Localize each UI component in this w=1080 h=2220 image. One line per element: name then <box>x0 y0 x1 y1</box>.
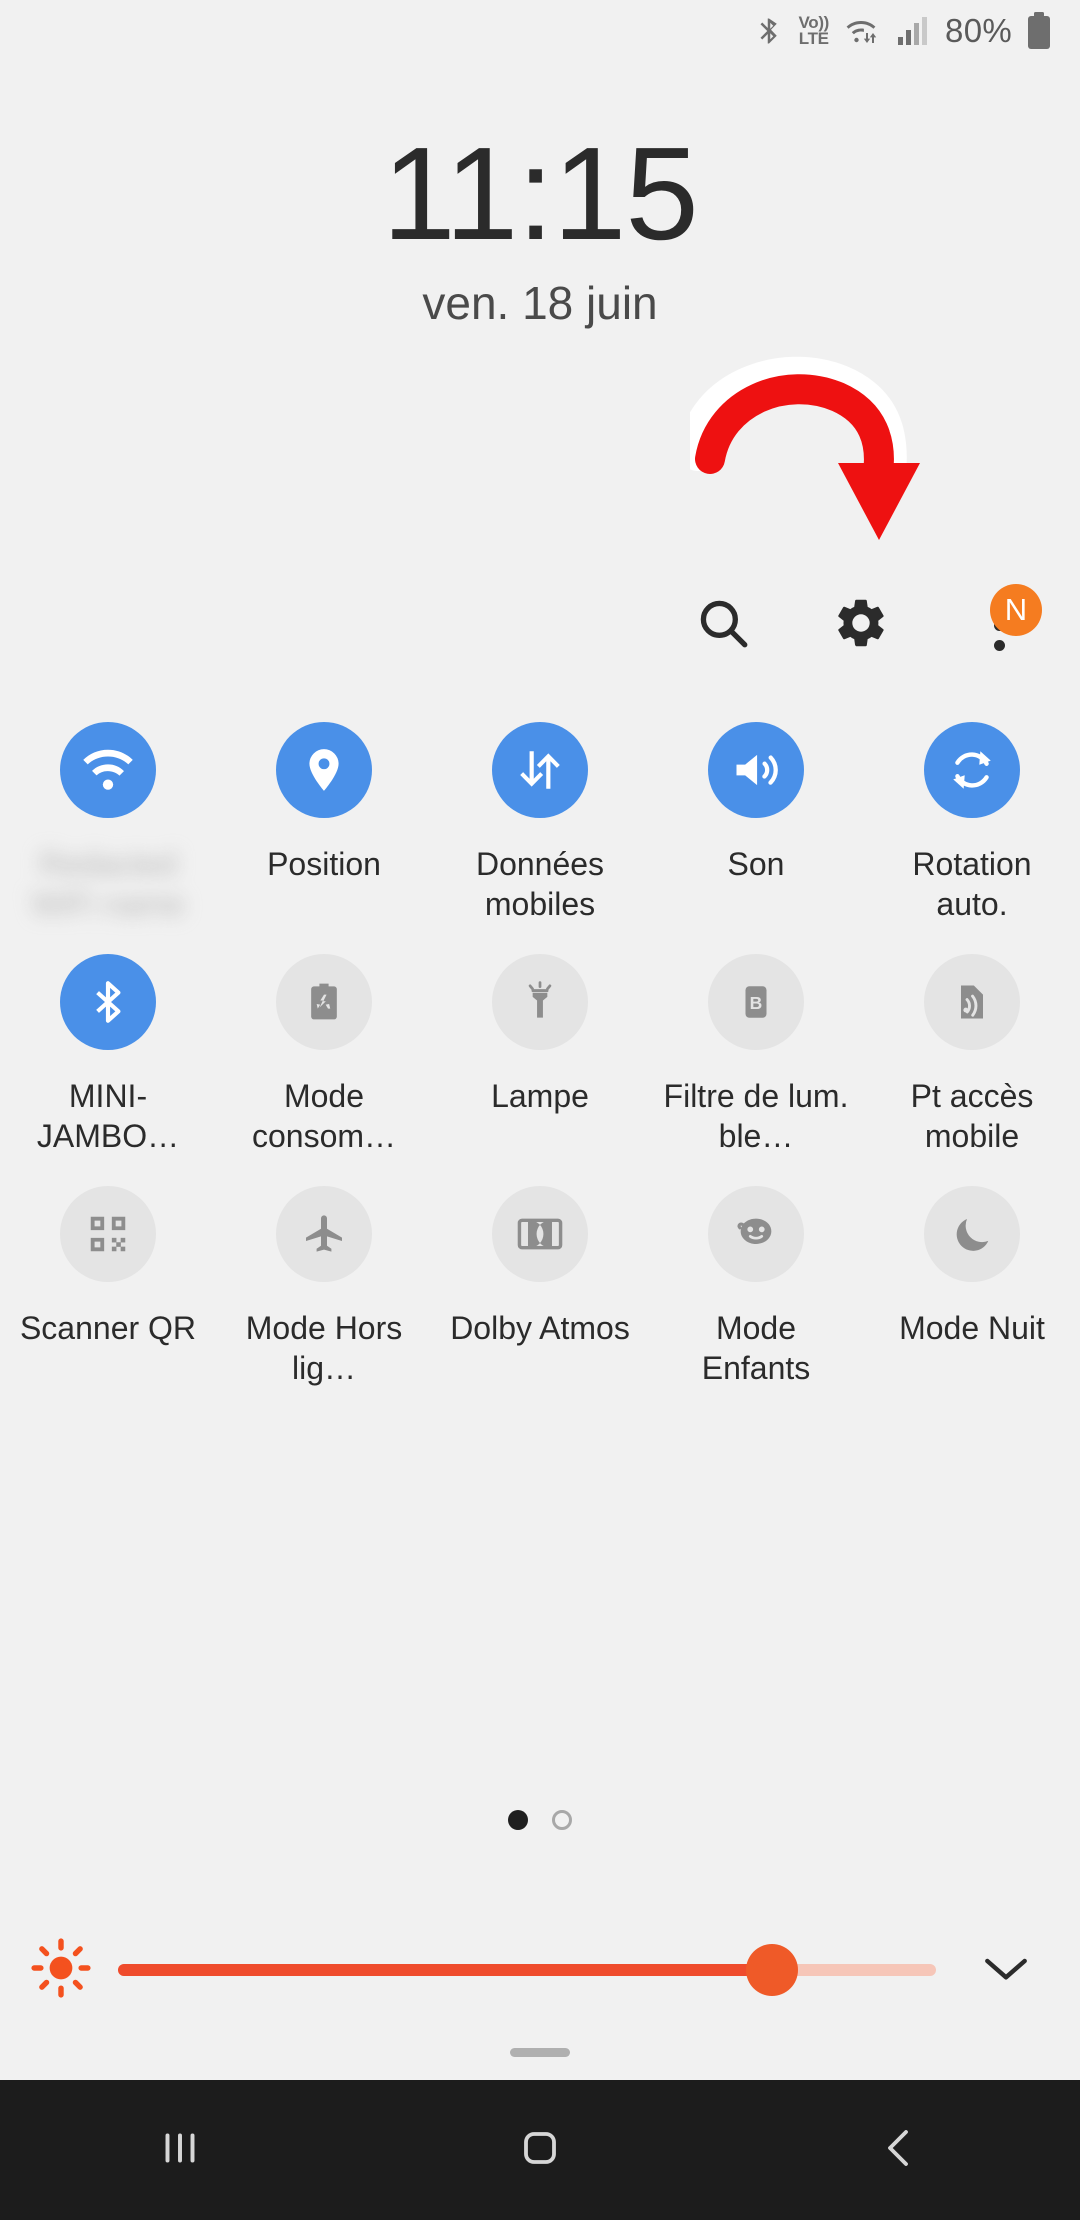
clock-time[interactable]: 11:15 <box>0 128 1080 260</box>
brightness-slider-fill <box>118 1964 773 1976</box>
wifi-data-icon <box>843 14 883 48</box>
search-button[interactable] <box>684 586 762 664</box>
tile-label: Redacted WiFi name <box>31 846 185 922</box>
tile-label: Rotation auto. <box>912 846 1032 922</box>
status-badge: N <box>990 584 1042 636</box>
wifi-icon <box>60 722 156 818</box>
panel-header-actions: N <box>0 580 1080 670</box>
tile-label: Lampe <box>491 1078 589 1114</box>
tile-blue-light-filter[interactable]: B Filtre de lum. ble… <box>648 954 864 1156</box>
tile-row: Scanner QR Mode Hors lig… Dolby Atmos Mo… <box>0 1186 1080 1388</box>
battery-icon <box>1026 12 1052 50</box>
tile-mobile-data[interactable]: Données mobiles <box>432 722 648 924</box>
recents-button[interactable] <box>90 2080 270 2220</box>
brightness-row <box>0 1915 1080 2025</box>
brightness-expand-button[interactable] <box>962 1948 1050 1993</box>
page-dot-active[interactable] <box>508 1810 528 1830</box>
tile-label: Dolby Atmos <box>450 1310 630 1346</box>
dolby-icon <box>492 1186 588 1282</box>
qr-code-icon <box>60 1186 156 1282</box>
status-bar: Vo)) LTE 80% <box>0 0 1080 62</box>
tile-label: Mode Enfants <box>701 1310 811 1386</box>
tile-label: Mode Nuit <box>899 1310 1045 1346</box>
tile-mobile-hotspot[interactable]: Pt accès mobile <box>864 954 1080 1156</box>
quick-settings-tiles: Redacted WiFi name Position Données mobi… <box>0 722 1080 1418</box>
home-button[interactable] <box>450 2080 630 2220</box>
flashlight-icon <box>492 954 588 1050</box>
back-icon <box>876 2124 924 2177</box>
brightness-sun-icon <box>30 1937 92 2004</box>
tile-power-saving[interactable]: Mode consom… <box>216 954 432 1156</box>
tile-kids-mode[interactable]: Mode Enfants <box>648 1186 864 1388</box>
tile-label: Son <box>727 846 785 882</box>
airplane-icon <box>276 1186 372 1282</box>
bluetooth-icon <box>754 14 784 48</box>
settings-button[interactable] <box>822 586 900 664</box>
tile-label: Mode consom… <box>251 1078 397 1154</box>
bluetooth-icon <box>60 954 156 1050</box>
recents-icon <box>155 2123 205 2178</box>
tile-dolby-atmos[interactable]: Dolby Atmos <box>432 1186 648 1388</box>
brightness-slider-thumb[interactable] <box>746 1944 799 1996</box>
page-dot-inactive[interactable] <box>552 1810 572 1830</box>
tile-auto-rotate[interactable]: Rotation auto. <box>864 722 1080 924</box>
battery-percent-label: 80% <box>945 12 1012 49</box>
tile-label: MINI-JAMBO… <box>36 1078 180 1154</box>
volte-icon: Vo)) LTE <box>798 14 829 48</box>
moon-icon <box>924 1186 1020 1282</box>
blue-light-filter-icon: B <box>708 954 804 1050</box>
volte-line2: LTE <box>798 29 829 48</box>
tile-sound[interactable]: Son <box>648 722 864 924</box>
page-indicator <box>0 1810 1080 1830</box>
tile-label: Pt accès mobile <box>910 1078 1034 1154</box>
rotate-icon <box>924 722 1020 818</box>
tile-flashlight[interactable]: Lampe <box>432 954 648 1156</box>
home-icon <box>516 2124 564 2177</box>
speaker-icon <box>708 722 804 818</box>
tile-label: Position <box>267 846 381 882</box>
clock-block[interactable]: 11:15 ven. 18 juin <box>0 128 1080 327</box>
svg-text:B: B <box>750 993 763 1013</box>
data-arrows-icon <box>492 722 588 818</box>
back-button[interactable] <box>810 2080 990 2220</box>
tile-night-mode[interactable]: Mode Nuit <box>864 1186 1080 1388</box>
tile-airplane-mode[interactable]: Mode Hors lig… <box>216 1186 432 1388</box>
navigation-bar <box>0 2080 1080 2220</box>
battery-saver-icon <box>276 954 372 1050</box>
signal-bars-icon <box>897 15 931 47</box>
tile-row: Redacted WiFi name Position Données mobi… <box>0 722 1080 924</box>
annotation-arrow <box>690 356 920 540</box>
panel-drag-handle[interactable] <box>510 2048 570 2057</box>
brightness-slider[interactable] <box>118 1944 936 1996</box>
tile-label: Scanner QR <box>19 1310 197 1346</box>
more-options-button[interactable]: N <box>960 584 1042 664</box>
tile-position[interactable]: Position <box>216 722 432 924</box>
tile-wifi[interactable]: Redacted WiFi name <box>0 722 216 924</box>
search-icon <box>694 594 752 657</box>
clock-date[interactable]: ven. 18 juin <box>0 280 1080 326</box>
tile-label: Mode Hors lig… <box>245 1310 403 1386</box>
tile-qr-scanner[interactable]: Scanner QR <box>0 1186 216 1388</box>
quick-settings-panel: Vo)) LTE 80% 11:15 ven. 18 juin N Redact… <box>0 0 1080 2080</box>
tile-label: Filtre de lum. ble… <box>663 1078 849 1154</box>
location-pin-icon <box>276 722 372 818</box>
tile-row: MINI-JAMBO… Mode consom… Lampe B Filtre … <box>0 954 1080 1156</box>
gear-icon <box>832 594 890 657</box>
hotspot-icon <box>924 954 1020 1050</box>
kids-mode-icon <box>708 1186 804 1282</box>
tile-bluetooth[interactable]: MINI-JAMBO… <box>0 954 216 1156</box>
tile-label: Données mobiles <box>475 846 605 922</box>
